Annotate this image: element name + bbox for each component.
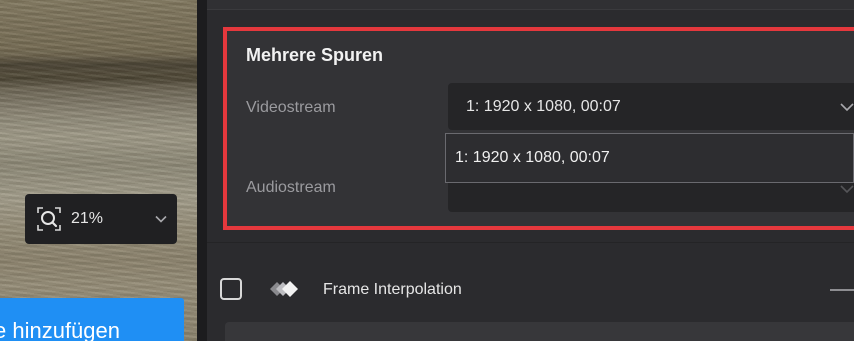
zoom-value: 21%: [71, 210, 104, 227]
section-divider: [207, 242, 854, 243]
dropdown-option[interactable]: 1: 1920 x 1080, 00:07: [446, 134, 853, 182]
zoom-magnifier-icon: [37, 207, 61, 231]
videostream-dropdown-list: 1: 1920 x 1080, 00:07: [445, 133, 854, 183]
videostream-selected-value: 1: 1920 x 1080, 00:07: [466, 97, 621, 115]
chevron-down-icon: [840, 102, 854, 111]
video-preview: 21% e hinzufügen: [0, 0, 197, 341]
next-section-block: [225, 322, 854, 341]
chevron-down-icon: [155, 215, 167, 223]
frame-interpolation-label: Frame Interpolation: [323, 281, 462, 298]
frame-interpolation-row: Frame Interpolation: [220, 274, 854, 312]
frame-interpolation-checkbox[interactable]: [220, 278, 242, 300]
panel-top-strip: [207, 0, 854, 10]
audiostream-label: Audiostream: [246, 179, 336, 196]
add-button[interactable]: e hinzufügen: [0, 298, 184, 341]
videostream-label: Videostream: [246, 99, 336, 116]
diamond-layers-icon: [270, 281, 298, 297]
chevron-down-icon: [840, 184, 854, 193]
panel-divider: [197, 0, 207, 341]
zoom-control[interactable]: 21%: [25, 194, 177, 244]
section-title: Mehrere Spuren: [246, 45, 384, 65]
collapse-icon[interactable]: [830, 289, 854, 291]
multi-track-section: Mehrere Spuren Videostream 1: 1920 x 108…: [223, 27, 854, 230]
videostream-select[interactable]: 1: 1920 x 1080, 00:07: [448, 83, 854, 130]
add-button-label: e hinzufügen: [0, 318, 120, 341]
